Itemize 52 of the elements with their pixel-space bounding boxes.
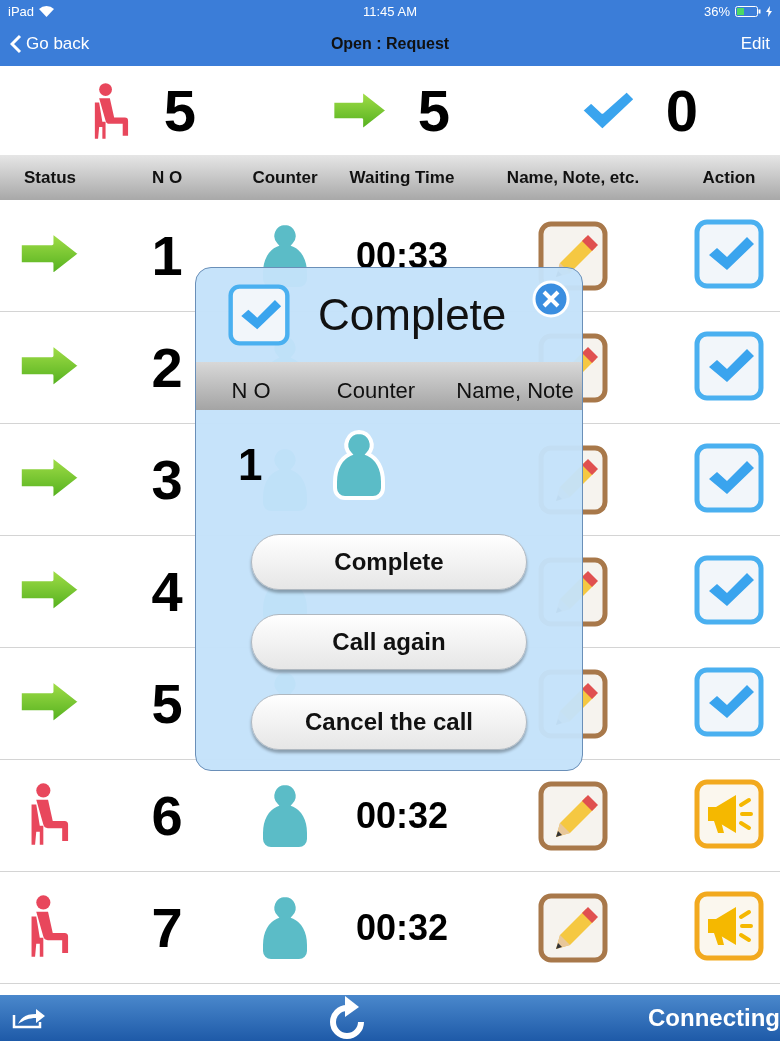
dialog-button[interactable]: Call again: [251, 614, 527, 670]
queue-number: 5: [151, 671, 183, 736]
edit-button[interactable]: Edit: [449, 34, 770, 54]
battery-icon: [735, 5, 761, 17]
customer-icon: [332, 429, 387, 501]
checkbox-icon[interactable]: [694, 666, 764, 737]
pencil-icon[interactable]: [538, 780, 608, 851]
column-header: Waiting Time: [349, 167, 455, 188]
megaphone-icon[interactable]: [694, 778, 764, 849]
waiting-time: 00:32: [355, 906, 449, 949]
checkbox-icon[interactable]: [228, 284, 290, 346]
checkbox-icon[interactable]: [694, 218, 764, 289]
queue-number: 4: [151, 559, 183, 624]
dialog-button[interactable]: Complete: [251, 534, 527, 590]
column-header: Name, Note, etc.: [506, 167, 640, 188]
refresh-icon[interactable]: [328, 996, 366, 1040]
back-chevron-icon[interactable]: [10, 34, 22, 54]
queue-number: 6: [151, 783, 183, 848]
queue-number: 1: [238, 440, 263, 490]
queue-number: 7: [151, 895, 183, 960]
column-header: N O: [231, 378, 271, 404]
column-header: Action: [702, 167, 756, 188]
column-header: Counter: [252, 167, 318, 188]
summary-count: 5: [163, 77, 197, 144]
megaphone-icon[interactable]: [694, 890, 764, 961]
queue-number: 3: [151, 447, 183, 512]
charging-icon: [766, 5, 772, 17]
screen-title: Open : Request: [330, 35, 450, 53]
queue-number: 2: [151, 335, 183, 400]
pencil-icon[interactable]: [538, 892, 608, 963]
dialog-button[interactable]: Cancel the call: [251, 694, 527, 750]
column-header: Counter: [336, 378, 416, 404]
checkbox-icon[interactable]: [694, 554, 764, 625]
column-header: Status: [24, 167, 76, 188]
device-name: iPad: [8, 3, 35, 19]
summary-count: 5: [417, 77, 451, 144]
clock: 11:45 AM: [363, 3, 417, 19]
share-icon[interactable]: [12, 1007, 46, 1029]
dialog-title: Complete: [318, 290, 507, 340]
checkbox-icon[interactable]: [694, 442, 764, 513]
connection-status: Connecting: [648, 1004, 780, 1032]
battery-percentage: 36%: [703, 3, 730, 19]
wifi-icon: [39, 5, 55, 17]
column-header: N O: [151, 167, 183, 188]
close-icon[interactable]: [532, 280, 570, 318]
back-button[interactable]: Go back: [26, 34, 90, 54]
summary-count: 0: [665, 77, 699, 144]
waiting-time: 00:32: [355, 794, 449, 837]
checkbox-icon[interactable]: [694, 330, 764, 401]
waiting-time: 00:33: [355, 234, 449, 277]
column-header: Name, Note: [456, 378, 574, 404]
queue-number: 1: [151, 223, 183, 288]
